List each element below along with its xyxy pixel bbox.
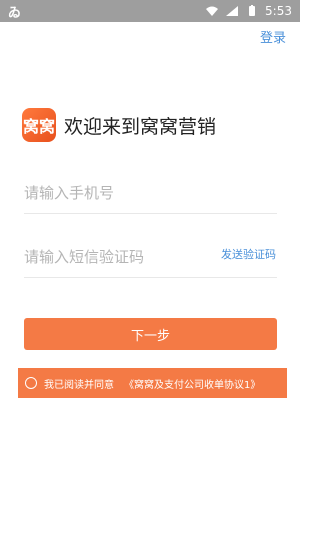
battery-icon: [249, 5, 256, 16]
login-link[interactable]: 登录: [260, 27, 286, 46]
agree-radio[interactable]: [25, 377, 37, 389]
next-button[interactable]: 下一步: [24, 318, 277, 350]
phone-input[interactable]: [24, 183, 277, 202]
wifi-icon: [206, 6, 219, 16]
send-code-button[interactable]: 发送验证码: [221, 246, 276, 262]
agreement-text: 我已阅读并同意: [44, 379, 114, 391]
welcome-title: 欢迎来到窝窝营销: [64, 115, 217, 138]
signal-icon: [226, 6, 239, 16]
agreement-bar: 我已阅读并同意 《窝窝及支付公司收单协议1》: [18, 368, 287, 398]
status-time: 5:53: [265, 4, 292, 18]
brand-header: 窝窝 欢迎来到窝窝营销: [22, 108, 216, 142]
app-logo: 窝窝: [22, 108, 56, 142]
status-bar: ゐ 5:53: [0, 0, 300, 22]
app-notification-icon: ゐ: [8, 5, 22, 21]
phone-field-container: [24, 172, 277, 214]
agreement-document-link[interactable]: 《窝窝及支付公司收单协议1》: [124, 376, 260, 391]
status-icons: 5:53: [205, 4, 292, 18]
